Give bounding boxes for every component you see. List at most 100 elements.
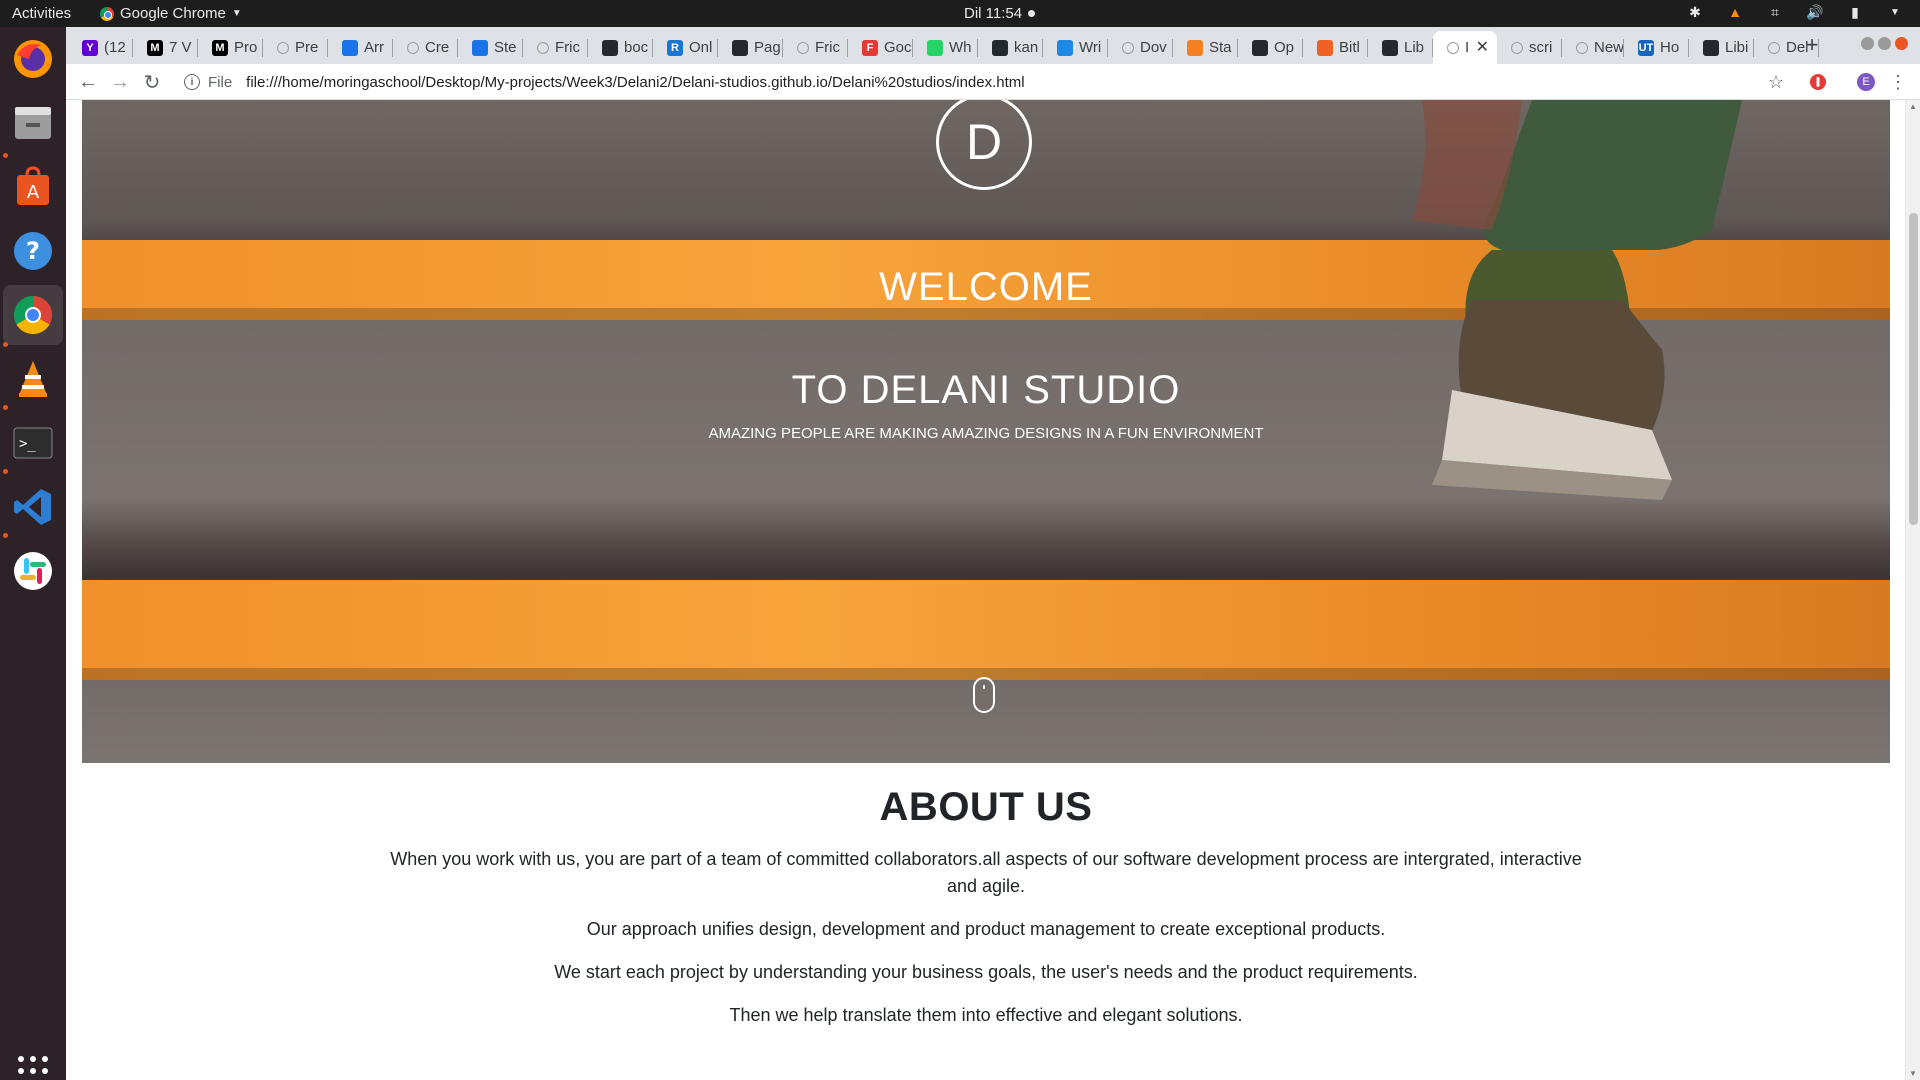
browser-tab[interactable]: Pre	[263, 31, 328, 64]
running-indicator	[3, 533, 8, 538]
browser-toolbar: ← → ↻ i File file:///home/moringaschool/…	[66, 64, 1920, 100]
close-window-button[interactable]	[1895, 37, 1908, 50]
info-icon[interactable]: i	[184, 74, 200, 90]
dock: A ? >_	[0, 27, 66, 1080]
browser-tab[interactable]: Fric	[783, 31, 848, 64]
browser-tab[interactable]: Arr	[328, 31, 393, 64]
browser-tab[interactable]: UT Ho	[1624, 31, 1689, 64]
about-paragraph: Our approach unifies design, development…	[586, 919, 1386, 939]
minimize-button[interactable]	[1861, 37, 1874, 50]
files-icon[interactable]	[9, 99, 57, 147]
url-text[interactable]: file:///home/moringaschool/Desktop/My-pr…	[246, 74, 1024, 91]
firefox-icon[interactable]	[9, 35, 57, 83]
browser-tab[interactable]: M Pro	[198, 31, 263, 64]
clock[interactable]: Dil 11:54	[964, 5, 1036, 22]
tab-title: Fric	[555, 39, 580, 56]
chrome-icon[interactable]	[3, 285, 63, 345]
back-button[interactable]: ←	[76, 70, 100, 94]
browser-tab[interactable]: Libi	[1689, 31, 1754, 64]
browser-tab[interactable]: M 7 V	[133, 31, 198, 64]
vlc-icon[interactable]	[9, 355, 57, 403]
address-bar[interactable]: i File file:///home/moringaschool/Deskto…	[174, 67, 1824, 97]
hero-welcome: WELCOME	[879, 265, 1093, 309]
tab-strip: Y (12 M 7 V M Pro Pre Arr Cre Ste Fric boc R Onl Pag Fr…	[66, 27, 1920, 64]
browser-tab[interactable]: scri	[1497, 31, 1562, 64]
tab-title: (12	[104, 39, 126, 56]
tab-favicon-icon	[1576, 41, 1588, 54]
volume-icon[interactable]: 🔊	[1806, 3, 1824, 21]
chevron-down-icon: ▼	[231, 8, 242, 19]
running-indicator	[3, 342, 8, 347]
slack-tray-icon[interactable]: ✱	[1686, 3, 1704, 21]
svg-text:>_: >_	[19, 436, 36, 452]
tab-title: Lib	[1404, 39, 1425, 56]
tab-favicon-icon: M	[147, 39, 163, 56]
slack-icon[interactable]	[9, 547, 57, 595]
page-viewport: D WELCOME TO DELANI STUDIO AMAZING PEOPL…	[66, 100, 1920, 1080]
vlc-tray-icon[interactable]: ▲	[1726, 3, 1744, 21]
browser-tab[interactable]: Op	[1238, 31, 1303, 64]
tab-title: Goc	[884, 39, 912, 56]
system-tray: ✱ ▲ ⌗ 🔊 ▮ ▼	[1686, 3, 1904, 21]
hero-stripe	[82, 580, 1890, 680]
profile-avatar[interactable]: E	[1856, 72, 1876, 92]
maximize-button[interactable]	[1878, 37, 1891, 50]
network-icon[interactable]: ⌗	[1766, 3, 1784, 21]
tab-favicon-icon	[1122, 41, 1134, 54]
svg-text:A: A	[27, 182, 40, 203]
tab-title: Pro	[234, 39, 258, 56]
vscode-icon[interactable]	[9, 483, 57, 531]
browser-tab[interactable]: Sta	[1173, 31, 1238, 64]
tab-favicon-icon	[407, 41, 419, 54]
bookmark-star-icon[interactable]: ☆	[1766, 72, 1786, 92]
scroll-up-arrow-icon[interactable]: ▲	[1909, 102, 1917, 111]
running-indicator	[3, 153, 8, 158]
tab-title: Ho	[1660, 39, 1680, 56]
tab-favicon-icon	[992, 39, 1008, 56]
scrollbar-thumb[interactable]	[1909, 213, 1918, 525]
tab-title: Op	[1274, 39, 1295, 56]
forward-button[interactable]: →	[108, 70, 132, 94]
browser-tab[interactable]: kan	[978, 31, 1043, 64]
software-center-icon[interactable]: A	[9, 163, 57, 211]
help-icon[interactable]: ?	[9, 227, 57, 275]
tab-close-icon[interactable]: ✕	[1476, 37, 1489, 57]
extension-icon[interactable]	[1808, 72, 1828, 92]
terminal-icon[interactable]: >_	[9, 419, 57, 467]
browser-tab[interactable]: Lib	[1368, 31, 1433, 64]
new-tab-button[interactable]: +	[1798, 32, 1826, 60]
browser-tab[interactable]: New Ta	[1562, 31, 1624, 64]
menu-kebab-icon[interactable]: ⋮	[1888, 72, 1908, 92]
tab-favicon-icon: M	[212, 39, 228, 56]
tab-favicon-icon	[1447, 41, 1459, 54]
tab-title: Sta	[1209, 39, 1232, 56]
notification-dot-icon	[1028, 10, 1036, 17]
browser-tab[interactable]: F Goc	[848, 31, 913, 64]
brand-logo[interactable]: D	[936, 100, 1032, 190]
page-scrollbar[interactable]: ▲ ▼	[1905, 100, 1920, 1080]
about-heading: ABOUT US	[879, 785, 1093, 829]
browser-tab[interactable]: Y (12	[68, 31, 133, 64]
battery-icon[interactable]: ▮	[1846, 3, 1864, 21]
reload-button[interactable]: ↻	[140, 70, 164, 94]
browser-tab[interactable]: boc	[588, 31, 653, 64]
tab-title: scri	[1529, 39, 1553, 56]
activities-button[interactable]: Activities	[12, 5, 71, 22]
browser-tab[interactable]: R Onl	[653, 31, 718, 64]
browser-tab[interactable]: Cre	[393, 31, 458, 64]
running-indicator	[3, 469, 8, 474]
scroll-down-arrow-icon[interactable]: ▼	[1909, 1069, 1917, 1078]
browser-tab[interactable]: Bitl	[1303, 31, 1368, 64]
browser-tab[interactable]: Wri	[1043, 31, 1108, 64]
app-menu[interactable]: Google Chrome ▼	[100, 5, 242, 22]
browser-tab[interactable]: Wh	[913, 31, 978, 64]
system-menu-chevron-icon[interactable]: ▼	[1886, 3, 1904, 21]
browser-tab[interactable]: Fric	[523, 31, 588, 64]
browser-tab[interactable]: I ✕	[1433, 31, 1497, 64]
tab-title: Cre	[425, 39, 450, 56]
browser-tab[interactable]: Dov	[1108, 31, 1173, 64]
browser-tab[interactable]: Pag	[718, 31, 783, 64]
browser-tab[interactable]: Ste	[458, 31, 523, 64]
scroll-down-mouse-icon[interactable]	[973, 677, 995, 713]
show-apps-icon[interactable]	[9, 1047, 57, 1080]
